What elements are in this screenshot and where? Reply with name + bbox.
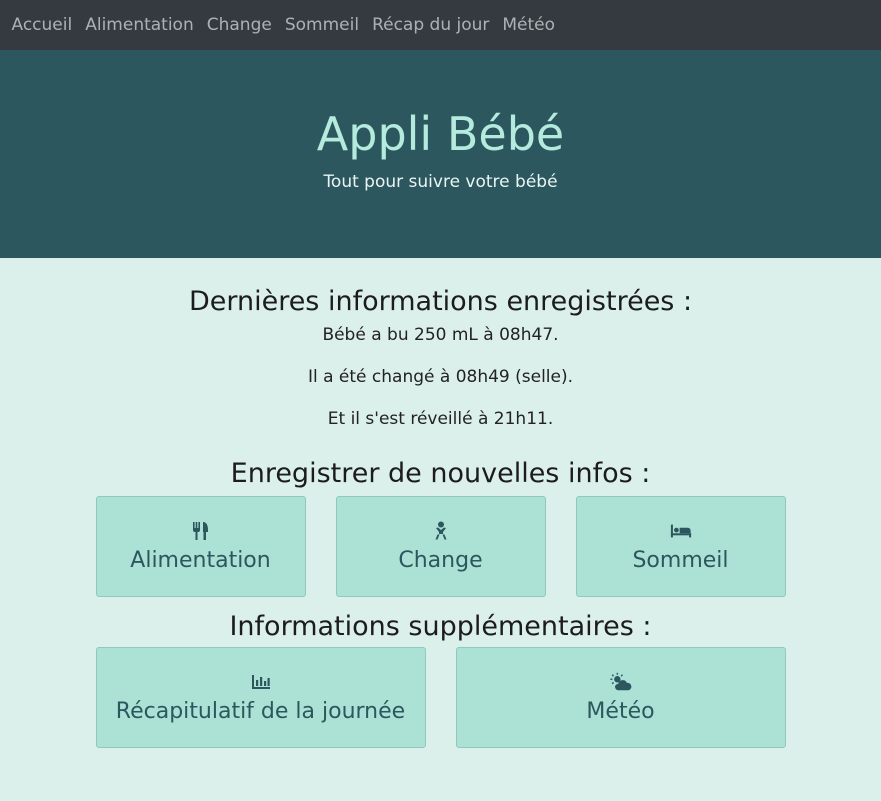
alimentation-button-label: Alimentation <box>130 547 271 573</box>
cloud-sun-icon <box>609 671 632 693</box>
nav-link-alimentation[interactable]: Alimentation <box>79 0 201 50</box>
meteo-button[interactable]: Météo <box>455 647 786 748</box>
latest-sleep-text: Et il s'est réveillé à 21h11. <box>327 409 554 429</box>
latest-feeding-text: Bébé a bu 250 mL à 08h47. <box>322 325 559 345</box>
utensils-icon <box>190 520 212 542</box>
nav-link-recap[interactable]: Récap du jour <box>366 0 496 50</box>
latest-info-section: Dernières informations enregistrées : Bé… <box>0 286 881 430</box>
nav-link-meteo[interactable]: Météo <box>496 0 562 50</box>
recap-button[interactable]: Récapitulatif de la journée <box>95 647 426 748</box>
recap-button-label: Récapitulatif de la journée <box>115 698 406 724</box>
baby-icon <box>430 520 452 542</box>
page-subtitle: Tout pour suivre votre bébé <box>323 172 558 192</box>
nav-link-change[interactable]: Change <box>200 0 278 50</box>
bed-icon <box>670 520 692 542</box>
nav-link-accueil[interactable]: Accueil <box>5 0 79 50</box>
extra-info-section: Informations supplémentaires : Récapitul… <box>0 611 881 748</box>
page-title: Appli Bébé <box>316 107 565 161</box>
top-navbar: Accueil Alimentation Change Sommeil Réca… <box>0 0 881 50</box>
extra-button-row: Récapitulatif de la journée Météo <box>0 647 881 748</box>
latest-info-heading: Dernières informations enregistrées : <box>188 286 693 317</box>
change-button-label: Change <box>398 547 483 573</box>
change-button[interactable]: Change <box>335 496 546 597</box>
alimentation-button[interactable]: Alimentation <box>95 496 306 597</box>
chart-bar-icon <box>250 671 272 693</box>
meteo-button-label: Météo <box>586 698 655 724</box>
hero-banner: Appli Bébé Tout pour suivre votre bébé <box>0 50 881 258</box>
record-button-row: Alimentation Change Sommeil <box>0 496 881 597</box>
nav-link-sommeil[interactable]: Sommeil <box>278 0 365 50</box>
extra-info-heading: Informations supplémentaires : <box>229 611 652 642</box>
sommeil-button[interactable]: Sommeil <box>575 496 786 597</box>
main-content: Dernières informations enregistrées : Bé… <box>0 258 881 748</box>
record-heading: Enregistrer de nouvelles infos : <box>230 458 651 489</box>
record-section: Enregistrer de nouvelles infos : Aliment… <box>0 458 881 597</box>
sommeil-button-label: Sommeil <box>632 547 729 573</box>
latest-change-text: Il a été changé à 08h49 (selle). <box>307 367 574 387</box>
